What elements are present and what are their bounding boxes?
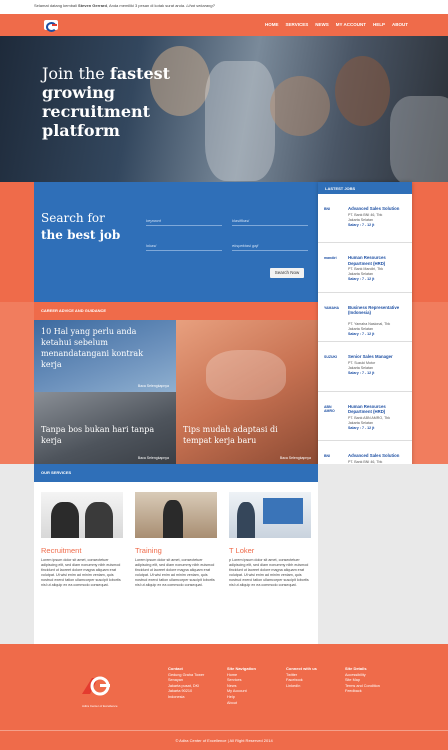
recruitment-image <box>41 492 123 538</box>
hero-person-photo <box>390 96 448 182</box>
company-logo: mandiri <box>324 256 337 261</box>
job-item[interactable]: ABN AMRO Human Resources Department (HRD)… <box>318 392 412 441</box>
job-item[interactable]: BNIAdvanced Sales SolutionPT. Bank BNI 4… <box>318 194 412 244</box>
nav-menu: HOME SERVICES NEWS MY ACCOUNT HELP ABOUT <box>265 22 408 27</box>
company-logo: SUZUKI <box>324 355 338 360</box>
service-title[interactable]: Training <box>135 546 217 555</box>
footer-link[interactable]: Feedback <box>345 689 380 695</box>
footer-contact: Contact Gedung Graha Tower Senayan Jakar… <box>168 666 205 699</box>
hero-person-photo <box>335 56 390 126</box>
keyword-input[interactable]: keyword <box>146 216 222 226</box>
site-logo[interactable] <box>44 20 58 32</box>
welcome-user[interactable]: Steven Gerrard <box>78 3 107 8</box>
service-card[interactable]: Recruitment Lorem ipsum dolor sit amet, … <box>41 492 123 588</box>
nav-services[interactable]: SERVICES <box>286 22 309 27</box>
article-title[interactable]: 10 Hal yang perlu anda ketahui sebelum m… <box>41 326 161 370</box>
welcome-pre: Selamat datang kembali <box>34 3 79 8</box>
article-title[interactable]: Tanpa bos bukan hari tanpa kerja <box>41 424 171 446</box>
search-title: Search for the best job <box>41 211 121 242</box>
job-item[interactable]: SUZUKI Senior Sales Manager PT. Suzuki Mot… <box>318 342 412 392</box>
job-title[interactable]: Advanced Sales Solution <box>348 206 408 211</box>
article-read-more[interactable]: Baca Selengkapnya <box>138 456 169 460</box>
hero-person-photo <box>270 76 330 136</box>
service-text: Lorem ipsum dolor sit amet, consectetuer… <box>135 558 215 587</box>
services-heading: OUR SERVICES <box>34 464 318 482</box>
service-text: p Lorem ipsum dolor sit amet, consectetu… <box>229 558 309 587</box>
nav-news[interactable]: NEWS <box>315 22 329 27</box>
company-logo: BNI <box>324 207 331 211</box>
service-text: Lorem ipsum dolor sit amet, consectetuer… <box>41 558 121 587</box>
footer-site-details: Site Details Accessibility Site Map Term… <box>345 666 380 695</box>
t-loker-image <box>229 492 311 538</box>
footer-link[interactable]: LinkedIn <box>286 684 317 690</box>
hero-title: Join the fastest growing recruitment plat… <box>42 64 171 140</box>
article-tile[interactable]: Tanpa bos bukan hari tanpa kerja Baca Se… <box>34 392 176 464</box>
nav-home[interactable]: HOME <box>265 22 279 27</box>
article-read-more[interactable]: Baca Selengkapnya <box>138 384 169 388</box>
main-nav: HOME SERVICES NEWS MY ACCOUNT HELP ABOUT <box>0 14 448 36</box>
service-title[interactable]: T Loker <box>229 546 311 555</box>
job-title[interactable]: Human Resources Department (HRD) <box>348 404 408 415</box>
service-card[interactable]: Training Lorem ipsum dolor sit amet, con… <box>135 492 217 588</box>
job-title[interactable]: Senior Sales Manager <box>348 354 408 359</box>
career-heading: CAREER ADVICE AND GUIDANCE <box>41 308 107 313</box>
hero-banner: Join the fastest growing recruitment plat… <box>0 36 448 182</box>
footer-site-navigation: Site Navigation Home Services News My Ac… <box>227 666 256 707</box>
article-tile[interactable]: 10 Hal yang perlu anda ketahui sebelum m… <box>34 320 176 392</box>
job-title[interactable]: Advanced Sales Solution <box>348 453 408 458</box>
job-salary: Salary : 7 - 12 jt <box>348 425 375 430</box>
footer-connect: Connect with us Twitter Facebook LinkedI… <box>286 666 317 690</box>
career-section: CAREER ADVICE AND GUIDANCE 10 Hal yang p… <box>34 302 318 464</box>
article-read-more[interactable]: Baca Selengkapnya <box>280 456 311 460</box>
article-title[interactable]: Tips mudah adaptasi di tempat kerja baru <box>183 424 303 446</box>
company-logo: YAMAHA <box>324 305 340 310</box>
search-now-button[interactable]: Search Now <box>270 268 304 278</box>
job-salary: Salary : 7 - 12 jt <box>348 223 375 227</box>
ekspektasi-gaji-input[interactable]: ekspektasi gaji <box>232 241 308 251</box>
nav-my-account[interactable]: MY ACCOUNT <box>336 22 366 27</box>
job-title[interactable]: Human Resources Department (HRD) <box>348 255 408 266</box>
job-title[interactable]: Business Representative (Indonesia) <box>348 305 408 316</box>
hero-person-photo <box>205 61 275 181</box>
footer-logo[interactable] <box>78 674 114 702</box>
article-photo <box>206 350 286 400</box>
footer-link[interactable]: About <box>227 701 256 707</box>
site-footer: Adira Center of Excellence Contact Gedun… <box>0 644 448 730</box>
job-salary: Salary : 7 - 12 jt <box>348 371 375 376</box>
company-logo: BNI <box>324 453 331 458</box>
footer-logo-caption: Adira Center of Excellence <box>82 704 118 708</box>
klasifikasi-input[interactable]: klasifikasi <box>232 216 308 226</box>
search-panel: Search for the best job keyword klasifika… <box>34 182 318 302</box>
job-salary: Salary : 7 - 12 jt <box>348 277 375 282</box>
nav-about[interactable]: ABOUT <box>392 22 408 27</box>
job-item[interactable]: mandiriHuman Resources Department (HRD)P… <box>318 243 412 293</box>
welcome-mid: , Anda memiliki 3 pesan di kotak surat a… <box>106 3 187 8</box>
job-item[interactable]: YAMAHA Business Representative (Indonesia… <box>318 293 412 343</box>
nav-help[interactable]: HELP <box>373 22 385 27</box>
welcome-bar: Selamat datang kembali Steven Gerrard, A… <box>0 0 448 14</box>
copyright: © Adira Center of Excellence | All Right… <box>0 730 448 750</box>
article-tile[interactable]: Tips mudah adaptasi di tempat kerja baru… <box>176 320 318 464</box>
lokasi-input[interactable]: lokasi <box>146 241 222 251</box>
service-card[interactable]: T Loker p Lorem ipsum dolor sit amet, co… <box>229 492 311 588</box>
welcome-link[interactable]: Lihat sekarang? <box>186 3 214 8</box>
job-salary: Salary : 7 - 12 jt <box>348 331 375 336</box>
training-image <box>135 492 217 538</box>
services-section: OUR SERVICES Recruitment Lorem ipsum dol… <box>34 464 318 644</box>
latest-jobs-heading: LASTEST JOBS <box>318 182 412 194</box>
service-title[interactable]: Recruitment <box>41 546 123 555</box>
company-logo: ABN AMRO <box>324 404 335 413</box>
